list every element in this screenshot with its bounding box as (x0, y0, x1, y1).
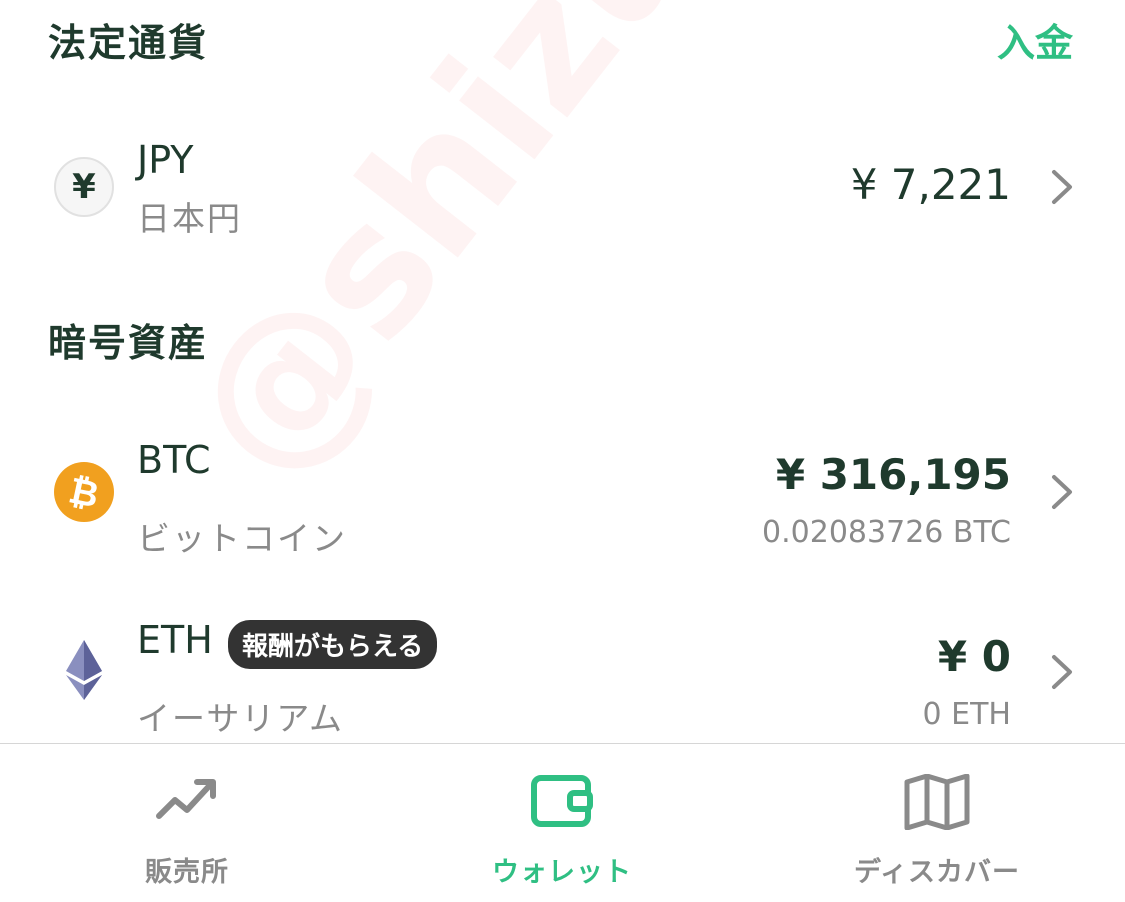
chevron-right-icon (1052, 655, 1072, 689)
wallet-screen: 法定通貨 入金 ¥ JPY 日本円 ¥ 7,221 暗号資産 ₿ BTC ビット… (0, 0, 1125, 902)
bitcoin-icon: ₿ (54, 462, 114, 522)
tab-wallet[interactable]: ウォレット (412, 744, 712, 902)
chart-trend-icon (156, 779, 216, 819)
asset-symbol: ETH (137, 618, 213, 662)
asset-amount: ¥ 316,195 (775, 450, 1011, 499)
asset-symbol: JPY (137, 138, 194, 182)
asset-name: ビットコイン (137, 519, 347, 558)
tab-label: 販売所 (145, 857, 229, 888)
asset-symbol: BTC (137, 438, 211, 482)
wallet-icon (531, 775, 593, 827)
chevron-right-icon (1052, 475, 1072, 509)
asset-name: イーサリアム (137, 699, 345, 738)
ethereum-icon (54, 640, 114, 700)
asset-name: 日本円 (137, 199, 242, 238)
asset-holding: 0 ETH (922, 697, 1011, 732)
asset-row-jpy[interactable]: ¥ JPY 日本円 ¥ 7,221 (0, 130, 1125, 250)
reward-badge: 報酬がもらえる (228, 620, 438, 669)
asset-holding: 0.02083726 BTC (762, 515, 1011, 550)
svg-text:₿: ₿ (65, 470, 102, 516)
yen-icon: ¥ (54, 157, 114, 217)
bottom-tab-bar: 販売所 ウォレット ディスカバー (0, 743, 1125, 902)
tab-sales[interactable]: 販売所 (37, 744, 337, 902)
asset-amount: ¥ 0 (937, 632, 1011, 681)
chevron-right-icon (1052, 170, 1072, 204)
deposit-button[interactable]: 入金 (997, 12, 1073, 67)
tab-label: ウォレット (492, 857, 632, 888)
asset-amount: ¥ 7,221 (850, 160, 1011, 209)
tab-label: ディスカバー (853, 857, 1021, 888)
tab-discover[interactable]: ディスカバー (787, 744, 1087, 902)
crypto-section-title: 暗号資産 (48, 321, 209, 365)
asset-row-eth[interactable]: ETH 報酬がもらえる イーサリアム ¥ 0 0 ETH (0, 610, 1125, 740)
map-icon (904, 774, 970, 830)
fiat-section-title: 法定通貨 (48, 21, 209, 65)
asset-row-btc[interactable]: ₿ BTC ビットコイン ¥ 316,195 0.02083726 BTC (0, 430, 1125, 570)
